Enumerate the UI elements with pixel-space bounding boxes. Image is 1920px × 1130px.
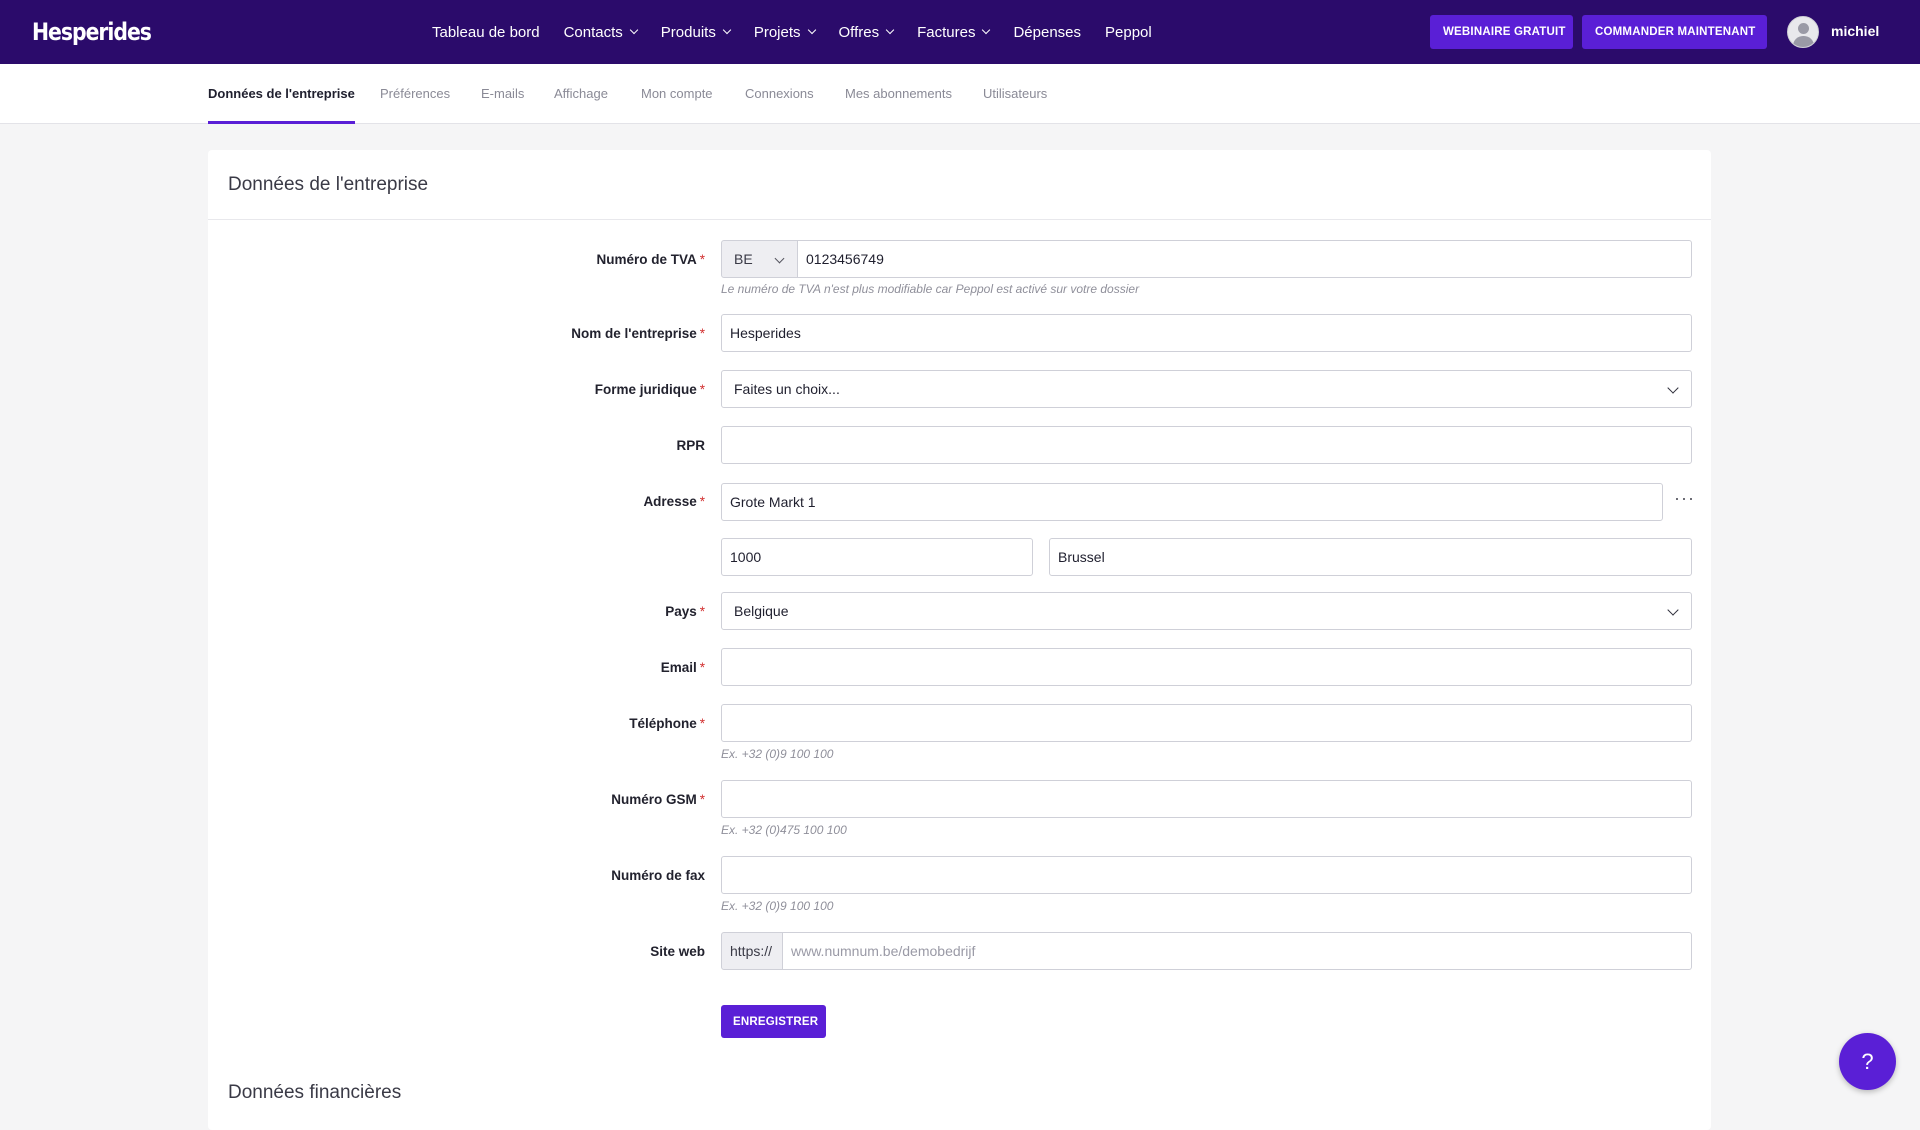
nav-item-projects[interactable]: Projets	[754, 24, 816, 41]
order-now-button[interactable]: COMMANDER MAINTENANT	[1582, 15, 1767, 49]
website-field[interactable]: www.numnum.be/demobedrijf	[782, 932, 1692, 970]
chevron-down-icon	[774, 253, 785, 264]
rpr-field[interactable]	[721, 426, 1692, 464]
phone-label: Téléphone *	[629, 716, 705, 731]
more-options-icon[interactable]: ···	[1674, 488, 1695, 509]
tab-users[interactable]: Utilisateurs	[983, 64, 1047, 124]
chevron-down-icon	[807, 25, 816, 35]
chevron-down-icon	[982, 25, 991, 35]
tab-connections[interactable]: Connexions	[745, 64, 814, 124]
username[interactable]: michiel	[1831, 23, 1879, 39]
legal-form-label: Forme juridique *	[594, 382, 705, 397]
company-data-card: Données de l'entreprise Numéro de TVA * B…	[208, 150, 1711, 1130]
tab-display[interactable]: Affichage	[554, 64, 608, 124]
gsm-field[interactable]	[721, 780, 1692, 818]
address-label: Adresse *	[643, 494, 705, 509]
save-button[interactable]: ENREGISTRER	[721, 1005, 826, 1038]
phone-field[interactable]	[721, 704, 1692, 742]
gsm-hint: Ex. +32 (0)475 100 100	[721, 823, 847, 837]
brand-logo[interactable]: Hesperides	[32, 18, 152, 46]
nav-item-invoices[interactable]: Factures	[917, 24, 991, 41]
street-field[interactable]: Grote Markt 1	[721, 483, 1663, 521]
vat-hint: Le numéro de TVA n'est plus modifiable c…	[721, 282, 1140, 296]
tab-my-account[interactable]: Mon compte	[641, 64, 713, 124]
country-select[interactable]: Belgique	[721, 592, 1692, 630]
fax-field[interactable]	[721, 856, 1692, 894]
company-name-field[interactable]: Hesperides	[721, 314, 1692, 352]
rpr-label: RPR	[676, 438, 705, 453]
email-field[interactable]	[721, 648, 1692, 686]
vat-country-select[interactable]: BE	[721, 240, 798, 278]
top-navbar: Hesperides Tableau de bord Contacts Prod…	[0, 0, 1920, 64]
fax-label: Numéro de fax	[611, 868, 705, 883]
financial-data-title: Données financières	[228, 1082, 402, 1103]
tab-subscriptions[interactable]: Mes abonnements	[845, 64, 952, 124]
postal-code-field[interactable]: 1000	[721, 538, 1033, 576]
card-title: Données de l'entreprise	[228, 174, 429, 195]
website-prefix: https://	[721, 932, 783, 970]
chevron-down-icon	[1667, 604, 1679, 616]
vat-number-field[interactable]: 0123456749	[797, 240, 1692, 278]
email-label: Email *	[660, 660, 705, 675]
divider	[208, 219, 1711, 220]
tab-company-data[interactable]: Données de l'entreprise	[208, 64, 355, 124]
nav-item-dashboard[interactable]: Tableau de bord	[432, 24, 540, 41]
company-name-label: Nom de l'entreprise *	[571, 326, 705, 341]
chevron-down-icon	[1667, 382, 1679, 394]
chevron-down-icon	[885, 25, 895, 35]
chevron-down-icon	[722, 25, 732, 35]
avatar[interactable]	[1787, 16, 1819, 48]
nav-item-peppol[interactable]: Peppol	[1105, 24, 1152, 41]
city-field[interactable]: Brussel	[1049, 538, 1692, 576]
nav-item-contacts[interactable]: Contacts	[564, 24, 639, 41]
help-button[interactable]: ?	[1839, 1033, 1896, 1090]
nav-item-expenses[interactable]: Dépenses	[1013, 24, 1081, 41]
webinar-button[interactable]: WEBINAIRE GRATUIT	[1430, 15, 1573, 49]
chevron-down-icon	[629, 25, 639, 35]
main-nav: Tableau de bord Contacts Produits Projet…	[432, 0, 1176, 64]
user-icon	[1798, 23, 1809, 34]
tab-emails[interactable]: E-mails	[481, 64, 524, 124]
nav-item-products[interactable]: Produits	[661, 24, 732, 41]
legal-form-select[interactable]: Faites un choix...	[721, 370, 1692, 408]
gsm-label: Numéro GSM *	[611, 792, 705, 807]
tab-preferences[interactable]: Préférences	[380, 64, 450, 124]
vat-label: Numéro de TVA *	[596, 252, 705, 267]
country-label: Pays *	[665, 604, 705, 619]
nav-item-offers[interactable]: Offres	[839, 24, 895, 41]
phone-hint: Ex. +32 (0)9 100 100	[721, 747, 834, 761]
fax-hint: Ex. +32 (0)9 100 100	[721, 899, 834, 913]
settings-tabs: Données de l'entreprise Préférences E-ma…	[0, 64, 1920, 124]
website-label: Site web	[650, 944, 705, 959]
